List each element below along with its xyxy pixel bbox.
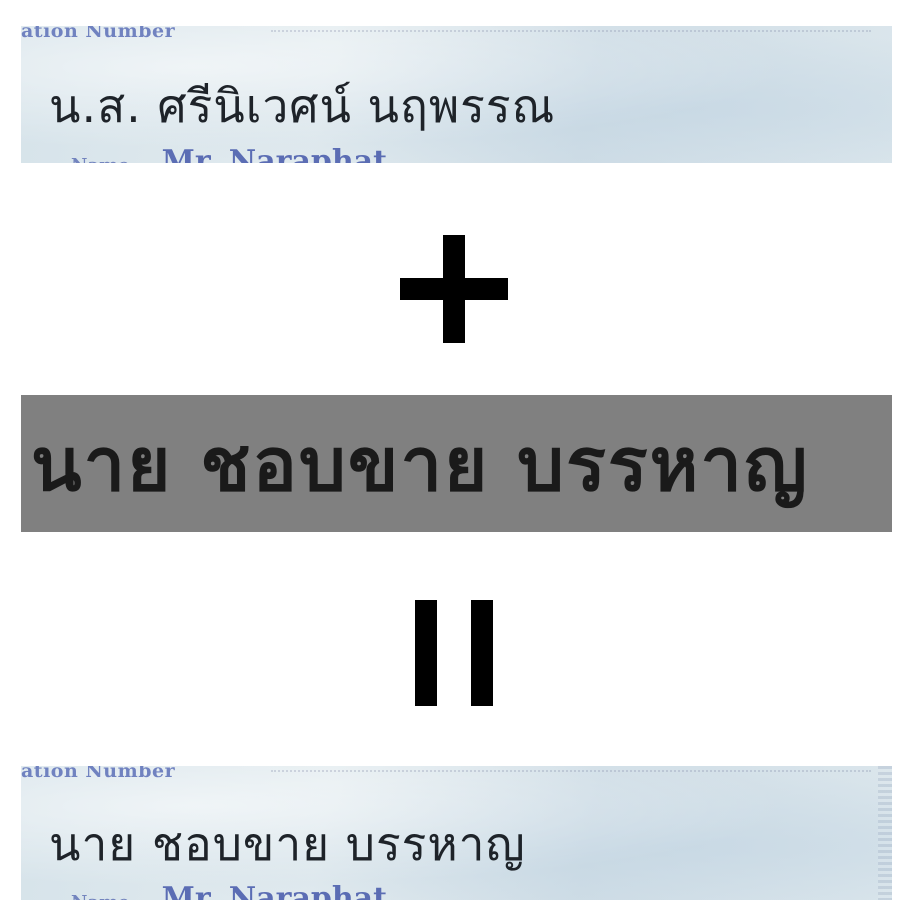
card-english-name-row: Name Mr. Naraphat — [71, 144, 387, 163]
source-card-crop: ation Number น.ส. ศรีนิเวศน์ นฤพรรณ Name… — [21, 26, 892, 163]
result-card-crop: ation Number นาย ชอบขาย บรรหาญ Name Mr. N… — [21, 766, 892, 900]
card-english-name: Mr. Naraphat — [161, 144, 387, 163]
equals-operator — [0, 600, 908, 710]
equals-icon — [415, 600, 493, 706]
card-name-label: Name — [71, 155, 130, 163]
card-english-name: Mr. Naraphat — [161, 881, 387, 900]
plus-operator — [0, 200, 908, 370]
card-name-text: นาย ชอบขาย บรรหาญ — [49, 817, 526, 871]
plus-icon — [400, 235, 508, 343]
replacement-text-banner: นาย ชอบขาย บรรหาญ — [21, 395, 892, 532]
card-english-name-row: Name Mr. Naraphat — [71, 881, 387, 900]
banner-text: นาย ชอบขาย บรรหาญ — [31, 422, 810, 508]
card-field-label: ation Number — [21, 26, 872, 42]
card-field-label: ation Number — [21, 766, 872, 782]
card-name-text: น.ส. ศรีนิเวศน์ นฤพรรณ — [49, 79, 556, 133]
card-name-label: Name — [71, 892, 130, 900]
